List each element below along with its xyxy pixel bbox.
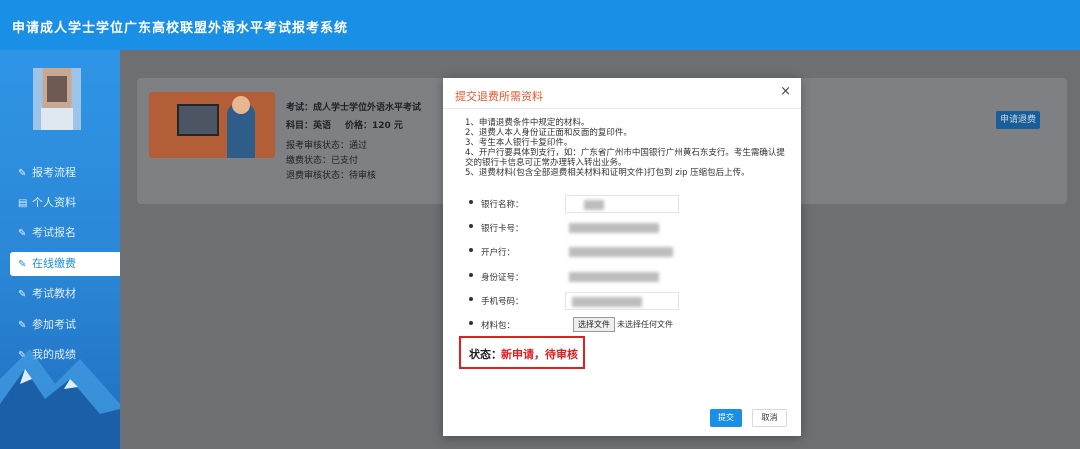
bank-card-input[interactable]: [565, 219, 679, 237]
sidebar-item-label: 考试报名: [32, 226, 76, 239]
field-label: 银行名称：: [481, 200, 524, 210]
rule-item: 1、申请退费条件中规定的材料。: [465, 118, 590, 128]
rule-item: 3、考生本人银行卡复印件。: [465, 138, 573, 148]
sidebar-item-label: 个人资料: [32, 196, 76, 209]
exam-subject: 科目：英语: [286, 121, 332, 131]
divider: [443, 108, 801, 109]
close-icon[interactable]: ×: [780, 84, 791, 99]
exam-price: 价格：120 元: [345, 121, 403, 131]
file-icon: ▤: [18, 198, 28, 209]
no-file-text: 未选择任何文件: [617, 320, 673, 329]
edit-icon: ✎: [18, 259, 27, 270]
status-highlight: 状态： 新申请，待审核: [459, 336, 585, 369]
sidebar-item-label: 报考流程: [32, 166, 76, 179]
dialog-title: 提交退费所需资料: [455, 90, 543, 103]
refund-status: 退费审核状态：待审核: [286, 171, 377, 181]
choose-file-button[interactable]: 选择文件: [573, 317, 615, 332]
mountain-illustration: [0, 349, 120, 449]
sidebar: ✎ 报考流程 ▤ 个人资料 ✎ 考试报名 ✎ 在线缴费 ✎ 考试教材 ✎ 参加考试 ✎ 我的成…: [0, 50, 120, 449]
rule-item: 2、退费人本人身份证正面和反面的复印件。: [465, 128, 632, 138]
bank-branch-input[interactable]: [565, 243, 679, 261]
material-row: 材料包： 选择文件 未选择任何文件: [469, 316, 769, 334]
field-label: 材料包：: [481, 321, 516, 331]
bank-card-row: 银行卡号：: [469, 219, 769, 237]
avatar: [33, 68, 81, 130]
edit-icon: ✎: [18, 168, 27, 179]
bank-branch-row: 开户行：: [469, 243, 769, 261]
field-label: 银行卡号：: [481, 224, 524, 234]
sidebar-item-process[interactable]: ✎ 报考流程: [10, 161, 120, 185]
status-label: 状态：: [469, 348, 502, 361]
top-header: 申请成人学士学位广东高校联盟外语水平考试报考系统: [0, 0, 1080, 50]
apply-refund-button[interactable]: 申请退费: [996, 111, 1040, 129]
status-value: 新申请，待审核: [501, 348, 578, 361]
exam-name: 考试：成人学士学位外语水平考试: [286, 103, 422, 113]
edit-icon: ✎: [18, 289, 27, 300]
sidebar-item-label: 考试教材: [32, 287, 76, 300]
app-title: 申请成人学士学位广东高校联盟外语水平考试报考系统: [12, 21, 349, 36]
phone-row: 手机号码：: [469, 292, 769, 310]
cancel-button[interactable]: 取消: [752, 409, 787, 427]
rule-item: 4、开户行要具体到支行，如：广东省广州市中国银行广州黄石东支行。考生需确认提交的…: [465, 148, 785, 168]
bank-name-input[interactable]: [565, 195, 679, 213]
sidebar-item-label: 在线缴费: [32, 257, 76, 270]
review-status: 报考审核状态：通过: [286, 141, 368, 151]
id-number-row: 身份证号：: [469, 268, 769, 286]
edit-icon: ✎: [18, 228, 27, 239]
id-number-input[interactable]: [565, 268, 679, 286]
rule-item: 5、退费材料(包含全部退费相关材料和证明文件)打包到 zip 压缩包后上传。: [465, 168, 750, 178]
phone-input[interactable]: [565, 292, 679, 310]
sidebar-item-payment[interactable]: ✎ 在线缴费: [10, 252, 120, 276]
payment-status: 缴费状态：已支付: [286, 156, 359, 166]
exam-illustration: [149, 92, 275, 158]
sidebar-item-profile[interactable]: ▤ 个人资料: [10, 191, 120, 215]
field-label: 身份证号：: [481, 273, 524, 283]
refund-dialog: 提交退费所需资料 × 1、申请退费条件中规定的材料。 2、退费人本人身份证正面和…: [443, 78, 801, 436]
bank-name-row: 银行名称：: [469, 195, 769, 213]
submit-button[interactable]: 提交: [710, 409, 742, 427]
sidebar-item-textbook[interactable]: ✎ 考试教材: [10, 282, 120, 306]
refund-rules: 1、申请退费条件中规定的材料。 2、退费人本人身份证正面和反面的复印件。 3、考…: [465, 118, 785, 178]
field-label: 开户行：: [481, 248, 516, 258]
sidebar-item-registration[interactable]: ✎ 考试报名: [10, 221, 120, 245]
field-label: 手机号码：: [481, 297, 524, 307]
